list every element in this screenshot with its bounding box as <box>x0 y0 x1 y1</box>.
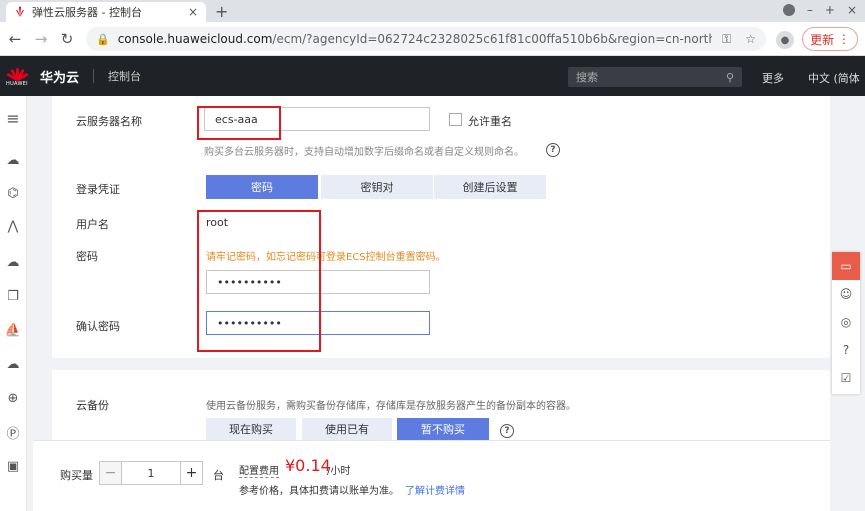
network-icon[interactable]: ⌬ <box>5 185 21 201</box>
mountain-icon[interactable]: ⋀ <box>5 218 21 234</box>
username-label: 用户名 <box>76 218 109 231</box>
quantity-unit: 台 <box>213 469 224 482</box>
header-divider <box>93 69 95 83</box>
backup-hint: 使用云备份服务，需购买备份存储库，存储库是存放服务器产生的备份副本的容器。 <box>206 401 576 412</box>
p-circle-icon[interactable]: Ⓟ <box>5 424 21 442</box>
new-tab-button[interactable]: + <box>215 2 228 21</box>
backup-option-none[interactable]: 暂不购买 <box>397 418 489 440</box>
address-bar[interactable]: 🔒 console.huaweicloud.com/ecm/?agencyId=… <box>86 27 766 51</box>
reload-icon[interactable]: ↻ <box>54 30 80 48</box>
tab-title: 弹性云服务器 - 控制台 <box>32 6 142 19</box>
logo-text: HUAWEI <box>6 80 28 87</box>
device-icon[interactable]: ▣ <box>5 458 21 474</box>
backup-label: 云备份 <box>76 399 109 412</box>
backup-option-existing[interactable]: 使用已有 <box>302 418 392 440</box>
forward-icon[interactable]: → <box>28 30 54 48</box>
star-icon[interactable]: ☆ <box>745 32 756 47</box>
quantity-input[interactable]: 1 <box>122 462 180 484</box>
console-link[interactable]: 控制台 <box>108 68 141 84</box>
avatar-icon[interactable]: ● <box>776 31 794 49</box>
maximize-icon[interactable]: + <box>825 3 835 17</box>
browser-toolbar: ← → ↻ 🔒 console.huaweicloud.com/ecm/?age… <box>0 22 865 56</box>
help-icon[interactable]: ? <box>546 143 560 157</box>
left-sidebar: ≡ ☁ ⌬ ⋀ ☁ ❐ ⛵ ☁ ⊕ Ⓟ ▣ <box>0 96 27 511</box>
cred-option-later[interactable]: 创建后设置 <box>434 175 546 199</box>
credential-label: 登录凭证 <box>76 183 120 196</box>
browser-tabbar: 弹性云服务器 - 控制台 × + – + × <box>0 0 865 22</box>
config-panel: 云服务器名称 ecs-aaa 允许重名 购买多台云服务器时，支持自动增加数字后缀… <box>52 96 830 358</box>
config-fee-label[interactable]: 配置费用 <box>239 462 279 478</box>
server-name-hint: 购买多台云服务器时，支持自动增加数字后缀命名或者自定义规则命名。 <box>204 147 524 158</box>
quantity-increment-button[interactable]: + <box>180 462 202 484</box>
search-icon[interactable]: ⚲ <box>726 71 734 84</box>
price-unit: /小时 <box>327 466 351 477</box>
back-icon[interactable]: ← <box>2 30 28 48</box>
close-window-icon[interactable]: × <box>847 3 857 17</box>
cred-option-keypair[interactable]: 密钥对 <box>321 175 433 199</box>
cred-option-password[interactable]: 密码 <box>206 175 318 199</box>
chat-icon[interactable]: ▭ <box>832 252 860 280</box>
annotation-box-name <box>197 106 281 140</box>
annotation-box-password <box>197 210 321 352</box>
url-text[interactable]: console.huaweicloud.com/ecm/?agencyId=06… <box>118 32 712 46</box>
update-button[interactable]: 更新 ⋮ <box>802 27 858 51</box>
server-name-label: 云服务器名称 <box>76 115 142 128</box>
window-controls: – + × <box>782 3 857 17</box>
more-menu[interactable]: 更多 <box>762 70 784 86</box>
backup-panel: 云备份 使用云备份服务，需购买备份存储库，存储库是存放服务器产生的备份副本的容器… <box>52 370 830 440</box>
sail-icon[interactable]: ⛵ <box>5 322 21 338</box>
backup-help-icon[interactable]: ? <box>500 424 514 438</box>
profile-dot-icon[interactable] <box>782 4 795 16</box>
backup-option-buy[interactable]: 现在购买 <box>206 418 296 440</box>
confirm-password-label: 确认密码 <box>76 320 120 333</box>
tab-close-icon[interactable]: × <box>188 5 198 19</box>
cloud-storage-icon[interactable]: ☁ <box>5 254 21 270</box>
huawei-favicon-icon <box>16 6 24 17</box>
browser-tab[interactable]: 弹性云服务器 - 控制台 × <box>6 2 206 22</box>
allow-duplicate-checkbox[interactable] <box>449 113 462 126</box>
brand-name[interactable]: 华为云 <box>40 67 79 86</box>
floating-toolbar: ▭ ☺ ◎ ? ☑ <box>832 252 860 394</box>
key-icon[interactable]: ⚿ <box>722 32 731 47</box>
price-value: ¥0.14 <box>285 456 331 475</box>
help-float-icon[interactable]: ? <box>832 336 860 364</box>
globe-icon[interactable]: ⊕ <box>5 390 21 406</box>
menu-icon[interactable]: ≡ <box>5 109 21 128</box>
huawei-logo[interactable]: HUAWEI <box>2 56 32 96</box>
header-search-input[interactable]: 搜索 ⚲ <box>568 67 742 87</box>
cloud-icon[interactable]: ☁ <box>5 152 21 168</box>
quantity-label: 购买量 <box>60 469 93 482</box>
cloud-service-icon[interactable]: ☁ <box>5 356 21 372</box>
allow-duplicate-label: 允许重名 <box>468 115 512 128</box>
quantity-stepper: − 1 + <box>99 461 203 485</box>
feedback-icon[interactable]: ☺ <box>832 280 860 308</box>
reference-price-text: 参考价格，具体扣费请以账单为准。 <box>239 486 399 497</box>
password-label: 密码 <box>76 250 98 263</box>
pricing-details-link[interactable]: 了解计费详情 <box>405 482 465 497</box>
quantity-decrement-button[interactable]: − <box>100 462 122 484</box>
language-menu[interactable]: 中文 (简体 <box>808 70 860 86</box>
purchase-footer: 购买量 − 1 + 台 配置费用 ¥0.14 /小时 参考价格，具体扣费请以账单… <box>33 440 830 511</box>
copy-icon[interactable]: ❐ <box>5 288 21 304</box>
checklist-icon[interactable]: ☑ <box>832 364 860 392</box>
service-icon[interactable]: ◎ <box>832 308 860 336</box>
lock-icon[interactable]: 🔒 <box>96 33 110 46</box>
minimize-icon[interactable]: – <box>807 3 813 17</box>
